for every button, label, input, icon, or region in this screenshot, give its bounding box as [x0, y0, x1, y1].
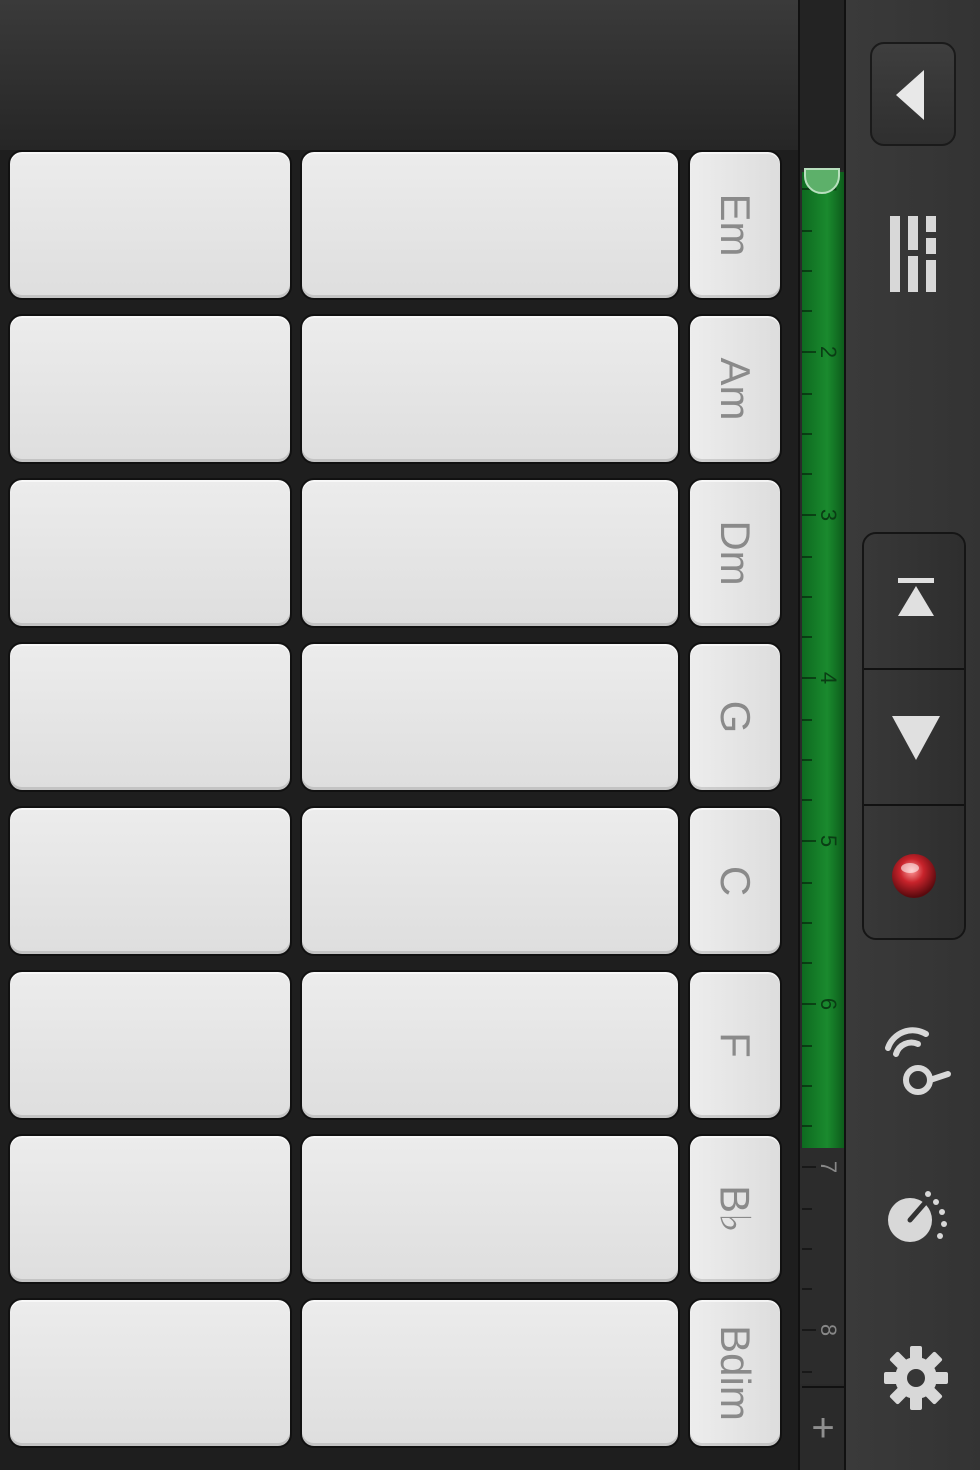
- bass-pad[interactable]: [8, 150, 292, 300]
- chord-label-pad[interactable]: F: [688, 970, 782, 1120]
- go-to-start-icon: [898, 578, 934, 616]
- empty-region: [800, 1148, 844, 1384]
- ruler-beat-tick: [802, 556, 812, 558]
- chord-pad[interactable]: [300, 1134, 680, 1284]
- ruler-bar-number: 7: [816, 1160, 842, 1174]
- chord-strips-area: Em Am Dm G C F B♭ Bdim: [0, 150, 798, 1470]
- ruler-beat-tick: [802, 310, 812, 312]
- chord-label: Dm: [712, 520, 759, 586]
- instrument-knob-icon[interactable]: [880, 1186, 952, 1250]
- ruler-bar-tick: [802, 1329, 816, 1331]
- chord-label-pad[interactable]: Dm: [688, 478, 782, 628]
- ruler-beat-tick: [802, 922, 812, 924]
- play-button[interactable]: [864, 670, 964, 806]
- chord-label: F: [712, 1032, 759, 1058]
- autoplay-icon[interactable]: [876, 1018, 956, 1098]
- go-to-start-button[interactable]: [864, 534, 964, 670]
- chord-label-pad[interactable]: Em: [688, 150, 782, 300]
- control-sidebar: [846, 0, 980, 1470]
- top-area: [0, 0, 798, 150]
- bass-pad[interactable]: [8, 1298, 292, 1448]
- record-button[interactable]: [864, 806, 964, 938]
- chord-label-pad[interactable]: C: [688, 806, 782, 956]
- back-icon: [896, 70, 924, 120]
- ruler-beat-tick: [802, 1248, 812, 1250]
- ruler-beat-tick: [802, 473, 812, 475]
- chord-label-pad[interactable]: Am: [688, 314, 782, 464]
- chord-pad[interactable]: [300, 478, 680, 628]
- chord-pad[interactable]: [300, 314, 680, 464]
- chord-label-pad[interactable]: B♭: [688, 1134, 782, 1284]
- ruler-beat-tick: [802, 1045, 812, 1047]
- chord-pad[interactable]: [300, 806, 680, 956]
- ruler-beat-tick: [802, 270, 812, 272]
- chord-label: Em: [712, 193, 759, 257]
- chord-strip-row: Am: [8, 314, 782, 464]
- chord-pad[interactable]: [300, 642, 680, 792]
- ruler-bar-number: 6: [816, 997, 842, 1011]
- transport-controls: [862, 532, 966, 940]
- bass-pad[interactable]: [8, 806, 292, 956]
- chord-label: B♭: [711, 1185, 759, 1233]
- ruler-beat-tick: [802, 433, 812, 435]
- bass-pad[interactable]: [8, 314, 292, 464]
- chord-label: Bdim: [712, 1325, 759, 1421]
- ruler-beat-tick: [802, 759, 812, 761]
- ruler-beat-tick: [802, 230, 812, 232]
- bass-pad[interactable]: [8, 970, 292, 1120]
- ruler-beat-tick: [802, 882, 812, 884]
- timeline-ruler[interactable]: 12345678 +: [798, 0, 846, 1470]
- ruler-beat-tick: [802, 393, 812, 395]
- chord-label: C: [712, 865, 759, 897]
- ruler-header: [800, 0, 844, 170]
- chord-strip-row: B♭: [8, 1134, 782, 1284]
- ruler-beat-tick: [802, 1085, 812, 1087]
- chord-pad[interactable]: [300, 1298, 680, 1448]
- ruler-bar-number: 8: [816, 1323, 842, 1337]
- ruler-bar-tick: [802, 1166, 816, 1168]
- bass-pad[interactable]: [8, 1134, 292, 1284]
- ruler-bar-number: 3: [816, 508, 842, 522]
- settings-gear-icon[interactable]: [882, 1344, 950, 1412]
- chord-pad[interactable]: [300, 970, 680, 1120]
- play-icon: [892, 716, 940, 760]
- chord-label-pad[interactable]: G: [688, 642, 782, 792]
- chord-label: Am: [712, 357, 759, 421]
- ruler-beat-tick: [802, 636, 812, 638]
- ruler-beat-tick: [802, 799, 812, 801]
- ruler-bar-number: 2: [816, 345, 842, 359]
- chord-strip-row: Bdim: [8, 1298, 782, 1448]
- ruler-bar-tick: [802, 351, 816, 353]
- chord-strip-row: Dm: [8, 478, 782, 628]
- add-section-button[interactable]: +: [802, 1386, 844, 1470]
- ruler-beat-tick: [802, 1288, 812, 1290]
- ruler-beat-tick: [802, 962, 812, 964]
- chord-strip-row: F: [8, 970, 782, 1120]
- chord-pad[interactable]: [300, 150, 680, 300]
- ruler-bar-tick: [802, 677, 816, 679]
- bass-pad[interactable]: [8, 478, 292, 628]
- ruler-bar-tick: [802, 840, 816, 842]
- ruler-bar-tick: [802, 514, 816, 516]
- chord-label-pad[interactable]: Bdim: [688, 1298, 782, 1448]
- ruler-beat-tick: [802, 596, 812, 598]
- record-icon: [892, 854, 936, 898]
- back-button[interactable]: [870, 42, 956, 146]
- chord-strip-row: G: [8, 642, 782, 792]
- ruler-beat-tick: [802, 1371, 812, 1373]
- ruler-beat-tick: [802, 719, 812, 721]
- chord-label: G: [712, 700, 759, 734]
- ruler-beat-tick: [802, 1125, 812, 1127]
- ruler-bar-number: 5: [816, 834, 842, 848]
- tracks-view-icon[interactable]: [886, 210, 946, 298]
- ruler-bar-number: 4: [816, 671, 842, 685]
- chord-strip-row: C: [8, 806, 782, 956]
- chord-strip-row: Em: [8, 150, 782, 300]
- ruler-beat-tick: [802, 1208, 812, 1210]
- bass-pad[interactable]: [8, 642, 292, 792]
- ruler-bar-tick: [802, 1003, 816, 1005]
